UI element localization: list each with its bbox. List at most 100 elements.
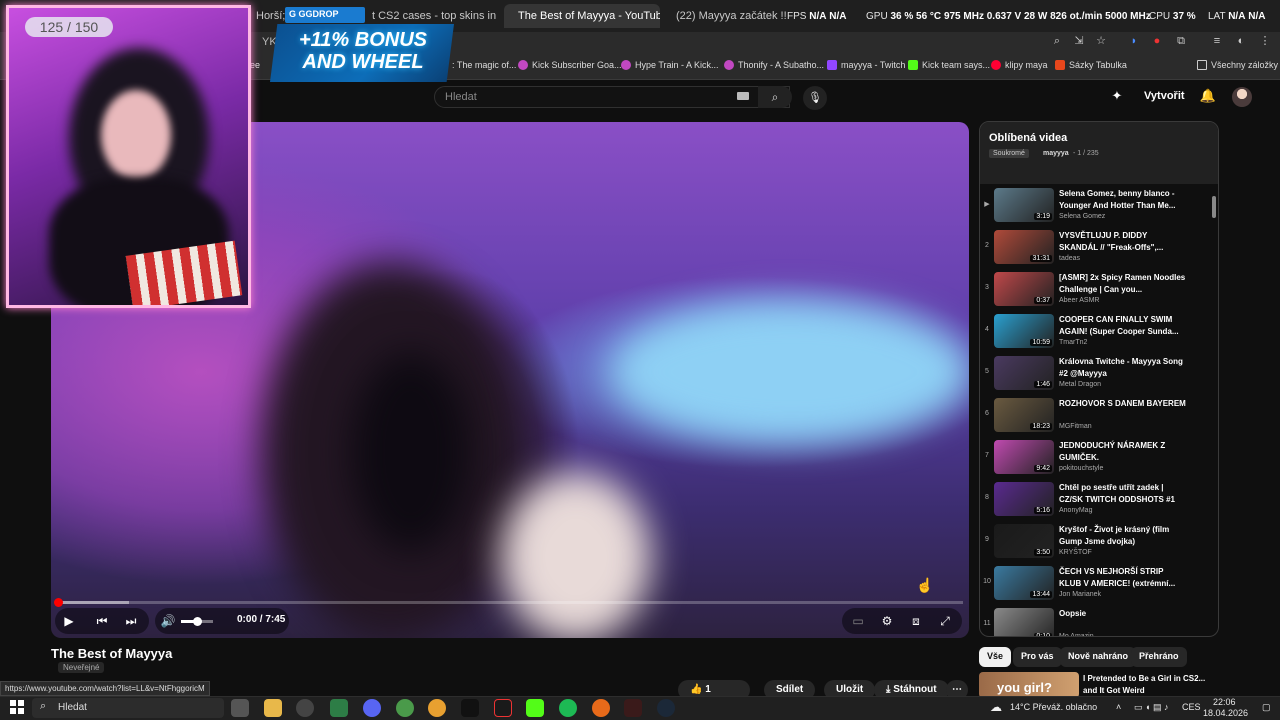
bookmark[interactable]: : The magic of... [452, 60, 516, 70]
volume-icon[interactable]: 🔊 [159, 612, 177, 630]
bookmark[interactable]: ee [250, 60, 260, 70]
tab-4[interactable]: (22) Mayyya začátek !!POUZE [662, 4, 786, 28]
playlist-item[interactable]: 6 18:23 ROZHOVOR S DANEM BAYEREM MGFitman [980, 396, 1208, 436]
playlist-item-channel[interactable]: TmarTn2 [1059, 339, 1087, 346]
chip-all[interactable]: Vše [979, 647, 1012, 667]
spotify-icon[interactable] [559, 699, 577, 717]
video-progress-bar[interactable] [54, 598, 963, 607]
install-icon[interactable]: ⇲ [1072, 34, 1086, 48]
streamlabs-icon[interactable] [494, 699, 512, 717]
playlist-item-thumbnail[interactable]: 3:19 [994, 188, 1054, 222]
playlist-item-thumbnail[interactable]: 0:37 [994, 272, 1054, 306]
playlist-item-title[interactable]: JEDNODUCHÝ NÁRAMEK Z GUMIČEK. [1059, 440, 1187, 464]
file-explorer-icon[interactable] [264, 699, 282, 717]
bookmark[interactable]: Hype Train - A Kick... [621, 60, 719, 70]
tray-icons[interactable]: ▭ ◖ ▤ ♪ [1134, 702, 1168, 713]
playlist-item-channel[interactable]: AnonyMag [1059, 507, 1092, 514]
playlist-item-channel[interactable]: KRYŠTOF [1059, 549, 1092, 556]
playlist-item-title[interactable]: Chtěl po sestře utřít zadek | CZ/SK TWIT… [1059, 482, 1187, 506]
playlist-item[interactable]: 5 1:46 Královna Twitche - Mayyya Song #2 @… [980, 354, 1208, 394]
shield-icon[interactable] [624, 699, 642, 717]
playlist-item[interactable]: 7 9:42 JEDNODUCHÝ NÁRAMEK Z GUMIČEK. pokito… [980, 438, 1208, 478]
bookmark[interactable]: klipy maya [991, 60, 1048, 70]
playlist-owner[interactable]: mayyya [1043, 150, 1069, 157]
clock-date[interactable]: 18.04.2026 [1203, 708, 1248, 718]
bookmark-all[interactable]: Všechny záložky [1197, 60, 1278, 70]
playlist-item-channel[interactable]: tadeas [1059, 255, 1080, 262]
playlist-item-thumbnail[interactable]: 10:59 [994, 314, 1054, 348]
weather-text[interactable]: 14°C Převáž. oblačno [1010, 702, 1097, 712]
search-button[interactable]: ⌕ [758, 86, 792, 108]
playlist-item[interactable]: 8 5:16 Chtěl po sestře utřít zadek | CZ/SK… [980, 480, 1208, 520]
fullscreen-icon[interactable]: ⤢ [936, 612, 954, 630]
miniplayer-icon[interactable]: ⧈ [907, 612, 925, 630]
playlist-item-channel[interactable]: Abeer ASMR [1059, 297, 1099, 304]
tray-chevron-icon[interactable]: ˄ [1116, 702, 1121, 712]
playlist-item-title[interactable]: ROZHOVOR S DANEM BAYEREM [1059, 398, 1187, 410]
kick-icon[interactable] [526, 699, 544, 717]
playlist-item-thumbnail[interactable]: 18:23 [994, 398, 1054, 432]
notification-icon[interactable]: ▢ [1262, 702, 1271, 713]
playlist-item-channel[interactable]: Jon Marianek [1059, 591, 1101, 598]
voice-search-button[interactable]: 🎙 [803, 86, 827, 110]
settings-gear-icon[interactable]: ⚙ [878, 612, 896, 630]
playlist-item-channel[interactable]: MGFitman [1059, 423, 1092, 430]
tab-active[interactable]: The Best of Mayyya - YouTube✕ [504, 4, 660, 28]
playlist-item[interactable]: 4 10:59 COOPER CAN FINALLY SWIM AGAIN! (Su… [980, 312, 1208, 352]
bookmark[interactable]: Kick Subscriber Goa... [518, 60, 622, 70]
create-button[interactable]: Vytvořit [1144, 90, 1185, 102]
playlist-item[interactable]: 9 3:50 Kryštof - Život je krásný (film Gum… [980, 522, 1208, 562]
playlist-item-thumbnail[interactable]: 31:31 [994, 230, 1054, 264]
playlist-item-thumbnail[interactable]: 0:10 [994, 608, 1054, 636]
playlist-item-thumbnail[interactable]: 1:46 [994, 356, 1054, 390]
puzzle-icon[interactable]: ⧉ [1174, 34, 1188, 48]
playlist-item[interactable]: ▶ 3:19 Selena Gomez, benny blanco - Younge… [980, 186, 1208, 226]
playlist-item-channel[interactable]: Metal Dragon [1059, 381, 1101, 388]
playlist-item[interactable]: 2 31:31 VYSVĚTLUJU P. DIDDY SKANDÁL // "Fr… [980, 228, 1208, 268]
cast-icon[interactable]: ✦ [1108, 88, 1126, 106]
menu-icon[interactable]: ⋮ [1258, 34, 1272, 48]
taskbar-search[interactable]: ⌕ Hledat [32, 698, 224, 718]
bookmark[interactable]: Kick team says... [908, 60, 990, 70]
scrollbar-thumb[interactable] [1212, 196, 1216, 218]
playlist-item-title[interactable]: Oopsie [1059, 608, 1187, 620]
discord-icon[interactable] [363, 699, 381, 717]
obs-icon[interactable] [296, 699, 314, 717]
chrome-icon[interactable] [396, 699, 414, 717]
bookmark[interactable]: Sázky Tabulka [1055, 60, 1127, 70]
bookmark[interactable]: Thonify - A Subatho... [724, 60, 824, 70]
playlist-item-channel[interactable]: pokitouchstyle [1059, 465, 1103, 472]
playlist-item-title[interactable]: VYSVĚTLUJU P. DIDDY SKANDÁL // "Freak-Of… [1059, 230, 1187, 254]
chip-watched[interactable]: Přehráno [1131, 647, 1187, 667]
windows-start-icon[interactable] [10, 700, 24, 714]
chip-for-you[interactable]: Pro vás [1013, 647, 1062, 667]
playlist-item-thumbnail[interactable]: 13:44 [994, 566, 1054, 600]
chip-recently-uploaded[interactable]: Nově nahráno [1060, 647, 1137, 667]
recommendation-thumbnail[interactable]: you girl? [979, 672, 1079, 698]
extension-icon[interactable]: ◗ [1127, 34, 1141, 48]
task-view-icon[interactable] [231, 699, 249, 717]
playlist-title[interactable]: Oblíbená videa [989, 132, 1067, 144]
playlist-item-title[interactable]: Selena Gomez, benny blanco - Younger And… [1059, 188, 1187, 212]
avatar[interactable] [1232, 87, 1252, 107]
playlist-item[interactable]: 10 13:44 ČECH VS NEJHORŠÍ STRIP KLUB V AME… [980, 564, 1208, 604]
play-icon[interactable]: ▶ [60, 612, 78, 630]
adblock-icon[interactable]: ● [1150, 34, 1164, 48]
volume-slider[interactable] [181, 617, 213, 626]
clock-time[interactable]: 22:06 [1213, 697, 1236, 707]
playlist-item-thumbnail[interactable]: 5:16 [994, 482, 1054, 516]
language-indicator[interactable]: CES [1182, 702, 1201, 712]
playlist-scrollbar[interactable] [1211, 188, 1217, 632]
keyboard-icon[interactable] [737, 92, 749, 100]
playlist-item-title[interactable]: ČECH VS NEJHORŠÍ STRIP KLUB V AMERICE! (… [1059, 566, 1187, 590]
playlist-item-title[interactable]: Kryštof - Život je krásný (film Gump Jsm… [1059, 524, 1187, 548]
bookmark-star-icon[interactable]: ☆ [1094, 34, 1108, 48]
bookmark[interactable]: mayyya - Twitch [827, 60, 905, 70]
previous-icon[interactable]: ⏮ [93, 612, 111, 630]
volume-knob[interactable] [193, 617, 202, 626]
playlist-item[interactable]: 11 0:10 Oopsie Mo Amazin [980, 606, 1208, 636]
app-icon[interactable] [592, 699, 610, 717]
recommendation-title[interactable]: I Pretended to Be a Girl in CS2... and I… [1083, 673, 1213, 697]
playlist-item-thumbnail[interactable]: 3:50 [994, 524, 1054, 558]
subtitles-icon[interactable]: ▭ [849, 612, 867, 630]
